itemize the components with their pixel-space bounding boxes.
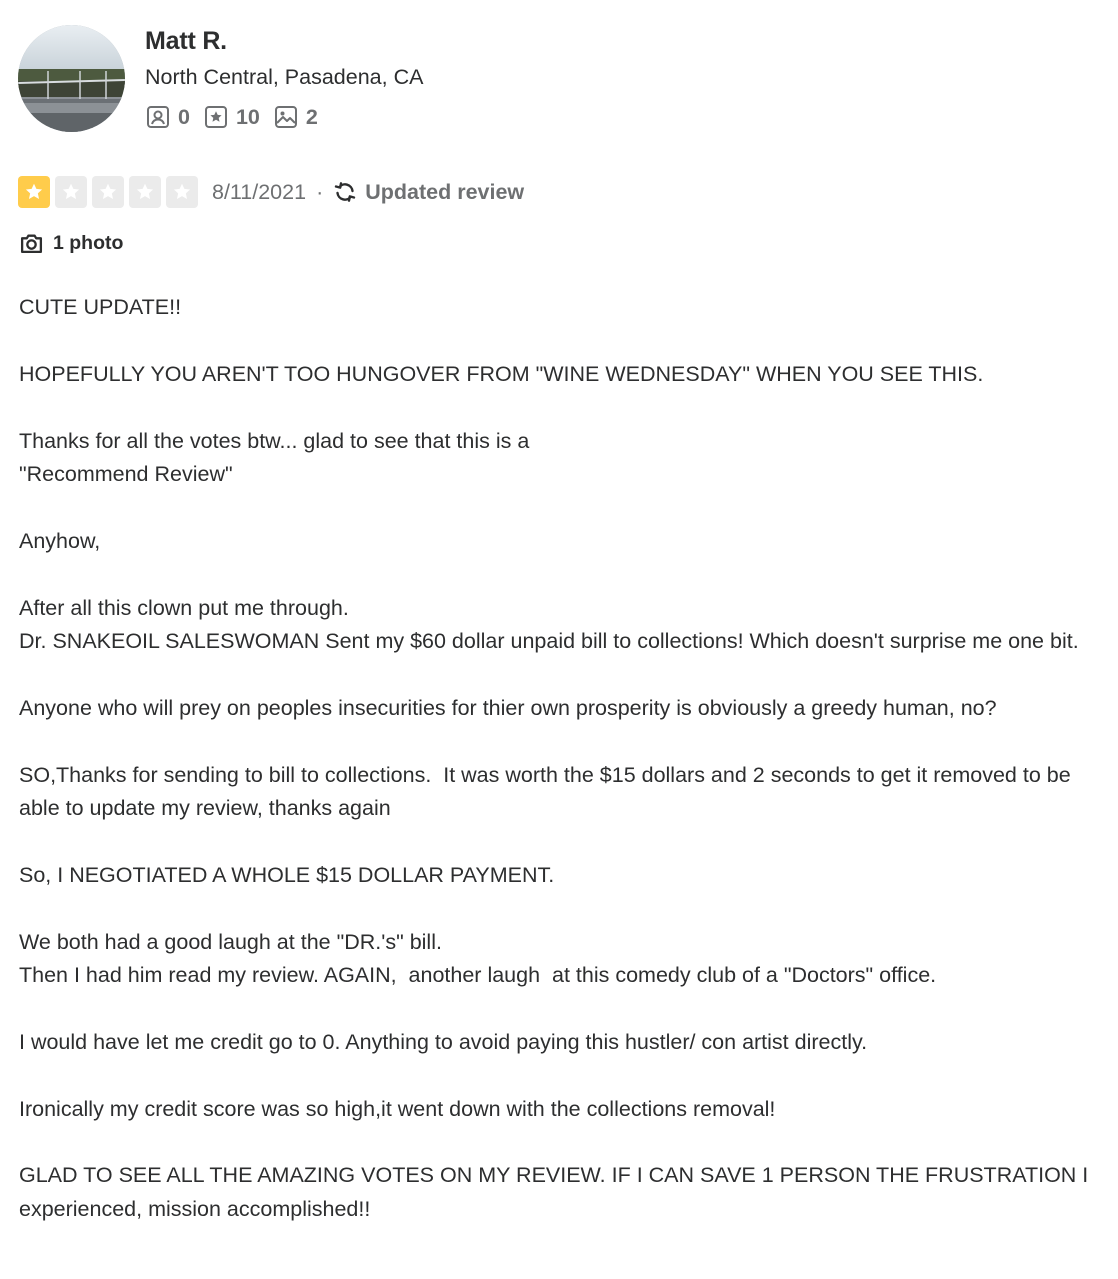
photos-count: 2 — [305, 105, 318, 129]
review-paragraph: CUTE UPDATE!! — [19, 295, 182, 319]
star-empty-icon — [166, 176, 198, 208]
review-date: 8/11/2021 — [212, 180, 307, 204]
image-icon — [274, 106, 297, 128]
reviewer-location: North Central, Pasadena, CA — [145, 65, 424, 89]
review-paragraph: HOPEFULLY YOU AREN'T TOO HUNGOVER FROM "… — [19, 361, 984, 386]
reviews-stat: 10 — [204, 104, 260, 130]
review-card: Matt R. North Central, Pasadena, CA 0 10 — [0, 0, 1118, 1279]
star-empty-icon — [55, 176, 87, 208]
reviewer-name[interactable]: Matt R. — [145, 26, 227, 56]
avatar[interactable] — [18, 25, 125, 132]
review-paragraph: So, I NEGOTIATED A WHOLE $15 DOLLAR PAYM… — [19, 862, 555, 887]
camera-icon — [20, 234, 43, 253]
review-paragraph: We both had a good laugh at the "DR.'s" … — [19, 929, 937, 987]
photos-stat: 2 — [274, 104, 318, 130]
updated-review-link[interactable]: Updated review — [333, 179, 524, 205]
review-paragraph: I would have let me credit go to 0. Anyt… — [19, 1029, 868, 1054]
photo-link[interactable]: 1 photo — [19, 229, 123, 257]
rating-row: 8/11/2021 · Updated review — [18, 175, 524, 209]
star-empty-icon — [92, 176, 124, 208]
review-text: CUTE UPDATE!! HOPEFULLY YOU AREN'T TOO HU… — [19, 291, 1114, 1226]
updated-review-label: Updated review — [365, 180, 525, 204]
refresh-icon — [335, 182, 356, 202]
reviews-count: 10 — [235, 105, 260, 129]
star-empty-icon — [129, 176, 161, 208]
review-paragraph: After all this clown put me through. Dr.… — [19, 595, 1079, 653]
review-paragraph: Ironically my credit score was so high,i… — [19, 1096, 776, 1121]
star-review-icon — [204, 106, 227, 128]
review-paragraph: SO,Thanks for sending to bill to collect… — [19, 762, 1077, 820]
star-rating — [18, 176, 198, 208]
friends-count: 0 — [178, 105, 190, 129]
review-paragraph: Thanks for all the votes btw... glad to … — [19, 428, 530, 486]
star-filled-icon — [18, 176, 50, 208]
friends-icon — [147, 106, 169, 128]
reviewer-stats: 0 10 2 — [146, 104, 332, 130]
review-paragraph: Anyhow, — [19, 528, 101, 553]
separator-dot: · — [316, 180, 324, 204]
review-paragraph: GLAD TO SEE ALL THE AMAZING VOTES ON MY … — [19, 1163, 1095, 1221]
photo-count-label: 1 photo — [53, 232, 124, 254]
avatar-photo — [18, 25, 125, 132]
review-paragraph: Anyone who will prey on peoples insecuri… — [19, 695, 997, 720]
friends-stat: 0 — [146, 104, 190, 130]
